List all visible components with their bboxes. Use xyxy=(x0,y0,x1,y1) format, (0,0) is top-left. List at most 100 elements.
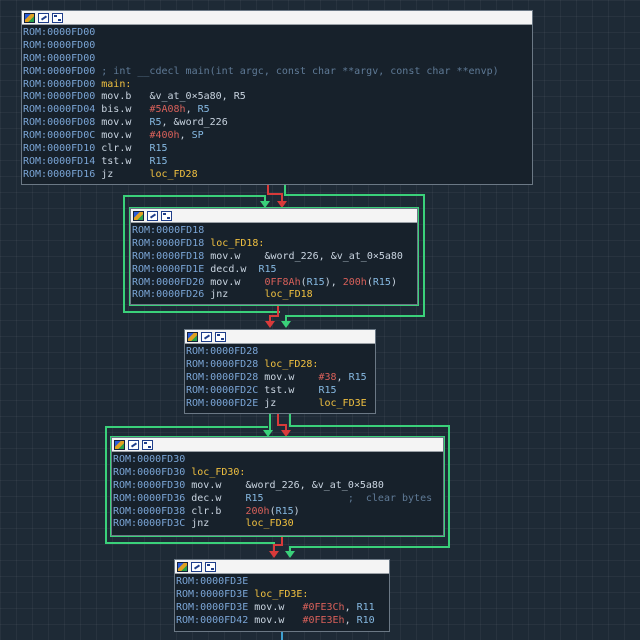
color-palette-icon[interactable] xyxy=(177,561,188,572)
address: ROM:0000FD3E xyxy=(176,588,249,600)
address: ROM:0000FD00 xyxy=(23,52,96,64)
code-line[interactable]: ROM:0000FD00 xyxy=(23,53,532,66)
label-ref[interactable]: loc_FD30: xyxy=(185,467,245,478)
code-line[interactable]: ROM:0000FD3E mov.w #0FE3Ch, R11 xyxy=(176,602,389,615)
address: ROM:0000FD04 xyxy=(23,104,96,116)
label-ref[interactable]: loc_FD18: xyxy=(204,238,264,249)
code-line[interactable]: ROM:0000FD04 bis.w #5A08h, R5 xyxy=(23,104,532,117)
color-palette-icon[interactable] xyxy=(114,439,125,450)
address: ROM:0000FD18 xyxy=(132,237,205,249)
edit-pencil-icon[interactable] xyxy=(191,561,202,572)
address: ROM:0000FD36 xyxy=(113,492,186,504)
label-ref[interactable]: loc_FD28: xyxy=(258,359,318,370)
address: ROM:0000FD28 xyxy=(186,358,259,370)
color-palette-icon[interactable] xyxy=(133,210,144,221)
block-code: ROM:0000FD28 ROM:0000FD28 loc_FD28: ROM:00… xyxy=(185,344,375,412)
operand: R11 xyxy=(356,601,375,613)
basic-block-loc-fd18[interactable]: ROM:0000FD18 ROM:0000FD18 loc_FD18: ROM:00… xyxy=(130,208,418,305)
code-line[interactable]: ROM:0000FD20 mov.w 0FF8Ah(R15), 200h(R15… xyxy=(132,277,417,290)
operand: mov.w xyxy=(185,479,246,491)
label-ref[interactable]: loc_FD28 xyxy=(149,169,197,180)
address: ROM:0000FD00 xyxy=(23,91,96,103)
code-line[interactable]: ROM:0000FD30 xyxy=(113,454,443,467)
code-line[interactable]: ROM:0000FD16 jz loc_FD28 xyxy=(23,169,532,182)
address: ROM:0000FD42 xyxy=(176,614,249,626)
code-line[interactable]: ROM:0000FD10 clr.w R15 xyxy=(23,143,532,156)
code-line[interactable]: ROM:0000FD3E xyxy=(176,576,389,589)
edit-pencil-icon[interactable] xyxy=(128,439,139,450)
code-line[interactable]: ROM:0000FD3C jnz loc_FD30 xyxy=(113,518,443,531)
edit-pencil-icon[interactable] xyxy=(147,210,158,221)
operand: decd.w xyxy=(204,263,259,275)
label-ref[interactable]: loc_FD30 xyxy=(245,518,293,529)
operand: clr.w xyxy=(95,143,150,155)
code-line[interactable]: ROM:0000FD00 xyxy=(23,27,532,40)
edit-pencil-icon[interactable] xyxy=(201,331,212,342)
operand: 200h xyxy=(342,276,367,288)
code-line[interactable]: ROM:0000FD2C tst.w R15 xyxy=(186,385,375,398)
code-line[interactable]: ROM:0000FD28 xyxy=(186,346,375,359)
code-line[interactable]: ROM:0000FD00 main: xyxy=(23,79,532,92)
color-palette-icon[interactable] xyxy=(187,331,198,342)
graph-overview-icon[interactable] xyxy=(142,439,153,450)
basic-block-loc-fd28[interactable]: ROM:0000FD28 ROM:0000FD28 loc_FD28: ROM:00… xyxy=(184,329,376,414)
basic-block-main[interactable]: ROM:0000FD00 ROM:0000FD00 ROM:0000FD00 ROM:… xyxy=(21,10,533,185)
label-ref[interactable]: loc_FD3E xyxy=(318,398,366,409)
arrow-head xyxy=(285,551,295,558)
code-line[interactable]: ROM:0000FD08 mov.w R5, &word_226 xyxy=(23,117,532,130)
code-line[interactable]: ROM:0000FD1E decd.w R15 xyxy=(132,264,417,277)
block-code: ROM:0000FD3E ROM:0000FD3E loc_FD3E: ROM:00… xyxy=(175,574,389,630)
code-line[interactable]: ROM:0000FD0C mov.w #400h, SP xyxy=(23,130,532,143)
code-line[interactable]: ROM:0000FD26 jnz loc_FD18 xyxy=(132,289,417,302)
operand: mov.w xyxy=(248,601,303,613)
operand: clr.b xyxy=(185,505,246,517)
code-line[interactable]: ROM:0000FD18 loc_FD18: xyxy=(132,238,417,251)
address: ROM:0000FD00 xyxy=(23,27,96,38)
code-line[interactable]: ROM:0000FD38 clr.b 200h(R15) xyxy=(113,506,443,519)
code-line[interactable]: ROM:0000FD30 mov.w &word_226, &v_at_0×5a… xyxy=(113,480,443,493)
operand: R5 xyxy=(149,117,162,129)
code-line[interactable]: ROM:0000FD36 dec.w R15 ; clear bytes xyxy=(113,493,443,506)
basic-block-loc-fd30[interactable]: ROM:0000FD30 ROM:0000FD30 loc_FD30: ROM:00… xyxy=(111,437,444,536)
label-ref[interactable]: loc_FD3E: xyxy=(248,589,308,600)
block-header xyxy=(185,330,375,344)
code-line[interactable]: ROM:0000FD28 loc_FD28: xyxy=(186,359,375,372)
arrow-head xyxy=(281,430,291,437)
code-line[interactable]: ROM:0000FD30 loc_FD30: xyxy=(113,467,443,480)
operand: &word_226, &v_at_0×5a80 xyxy=(264,250,403,262)
code-line[interactable]: ROM:0000FD18 xyxy=(132,225,417,238)
edit-pencil-icon[interactable] xyxy=(38,12,49,23)
graph-overview-icon[interactable] xyxy=(205,561,216,572)
graph-overview-icon[interactable] xyxy=(52,12,63,23)
color-palette-icon[interactable] xyxy=(24,12,35,23)
code-line[interactable]: ROM:0000FD00 xyxy=(23,40,532,53)
label-ref[interactable]: main: xyxy=(95,79,131,90)
address: ROM:0000FD10 xyxy=(23,143,96,155)
code-line[interactable]: ROM:0000FD3E loc_FD3E: xyxy=(176,589,389,602)
comment: ; int __cdecl main(int argc, const char … xyxy=(95,65,499,77)
operand: R15 xyxy=(149,143,168,155)
operand: 200h xyxy=(245,505,270,517)
code-line[interactable]: ROM:0000FD42 mov.w #0FE3Eh, R10 xyxy=(176,615,389,628)
operand: R15 xyxy=(258,263,277,275)
code-line[interactable]: ROM:0000FD00 ; int __cdecl main(int argc… xyxy=(23,66,532,79)
address: ROM:0000FD30 xyxy=(113,479,186,491)
operand: #400h xyxy=(149,130,180,142)
block-code: ROM:0000FD30 ROM:0000FD30 loc_FD30: ROM:00… xyxy=(112,452,443,533)
graph-overview-icon[interactable] xyxy=(161,210,172,221)
code-line[interactable]: ROM:0000FD14 tst.w R15 xyxy=(23,156,532,169)
address: ROM:0000FD3E xyxy=(176,601,249,613)
label-ref[interactable]: loc_FD18 xyxy=(264,289,312,300)
code-line[interactable]: ROM:0000FD2E jz loc_FD3E xyxy=(186,398,375,411)
operand: R10 xyxy=(356,614,375,626)
graph-overview-icon[interactable] xyxy=(215,331,226,342)
code-line[interactable]: ROM:0000FD18 mov.w &word_226, &v_at_0×5a… xyxy=(132,251,417,264)
basic-block-loc-fd3e[interactable]: ROM:0000FD3E ROM:0000FD3E loc_FD3E: ROM:00… xyxy=(174,559,390,632)
code-line[interactable]: ROM:0000FD28 mov.w #38, R15 xyxy=(186,372,375,385)
address: ROM:0000FD3C xyxy=(113,518,186,530)
code-line[interactable]: ROM:0000FD00 mov.b &v_at_0×5a80, R5 xyxy=(23,91,532,104)
operand: , xyxy=(344,614,357,626)
address: ROM:0000FD28 xyxy=(186,346,259,357)
address: ROM:0000FD08 xyxy=(23,117,96,129)
operand: , xyxy=(185,104,198,116)
